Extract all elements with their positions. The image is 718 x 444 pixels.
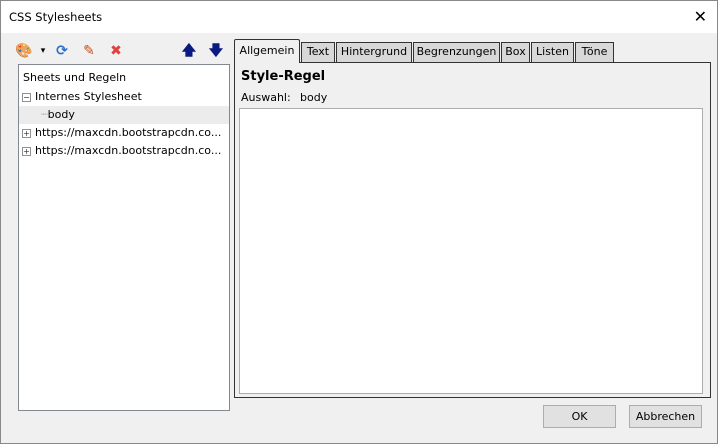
panel-title: Style-Regel	[241, 69, 326, 84]
tree-item-label: Internes Stylesheet	[35, 90, 142, 103]
refresh-icon[interactable]: ⟳	[52, 41, 72, 61]
cancel-button[interactable]: Abbrechen	[629, 405, 702, 428]
tab-listen[interactable]: Listen	[531, 42, 574, 62]
css-stylesheets-dialog: CSS Stylesheets ✕ 🎨 ▾ ⟳ ✎ ✖ 🡅 🡇 Sheets u…	[0, 0, 718, 444]
window-title: CSS Stylesheets	[9, 10, 103, 24]
tree-item-body[interactable]: ┈body	[19, 106, 229, 124]
rule-content-area	[239, 108, 703, 394]
tab-allgemein[interactable]: Allgemein	[234, 39, 300, 63]
collapse-icon[interactable]: −	[22, 92, 31, 102]
expand-icon[interactable]: +	[22, 146, 31, 156]
tree-header: Sheets und Regeln	[23, 71, 127, 84]
tab-panel: Style-Regel Auswahl: body	[234, 62, 711, 398]
tree-item-external-stylesheet[interactable]: + https://maxcdn.bootstrapcdn.co...	[19, 142, 229, 160]
tab-toene[interactable]: Töne	[575, 42, 614, 62]
stylesheet-tree[interactable]: Sheets und Regeln − Internes Stylesheet ┈…	[18, 64, 230, 411]
title-bar: CSS Stylesheets ✕	[1, 1, 717, 33]
tree-item-external-stylesheet[interactable]: + https://maxcdn.bootstrapcdn.co...	[19, 124, 229, 142]
tab-box[interactable]: Box	[501, 42, 530, 62]
tree-item-internal-stylesheet[interactable]: − Internes Stylesheet	[19, 88, 229, 106]
tab-text[interactable]: Text	[301, 42, 335, 62]
delete-icon[interactable]: ✖	[106, 41, 126, 61]
close-icon[interactable]: ✕	[694, 7, 707, 26]
tree-item-label: https://maxcdn.bootstrapcdn.co...	[35, 144, 222, 157]
edit-icon[interactable]: ✎	[79, 41, 99, 61]
tree-item-label: https://maxcdn.bootstrapcdn.co...	[35, 126, 222, 139]
tab-begrenzungen[interactable]: Begrenzungen	[413, 42, 500, 62]
move-up-icon[interactable]: 🡅	[179, 41, 199, 61]
expand-icon[interactable]: +	[22, 128, 31, 138]
selector-value: body	[300, 91, 328, 104]
ok-button[interactable]: OK	[543, 405, 616, 428]
selector-label: Auswahl:	[241, 91, 291, 104]
tree-connector: ┈	[41, 108, 48, 121]
palette-icon[interactable]: 🎨	[14, 41, 34, 61]
chevron-down-icon[interactable]: ▾	[37, 41, 49, 61]
tab-hintergrund[interactable]: Hintergrund	[336, 42, 412, 62]
move-down-icon[interactable]: 🡇	[206, 41, 226, 61]
tree-item-label: body	[47, 108, 75, 121]
